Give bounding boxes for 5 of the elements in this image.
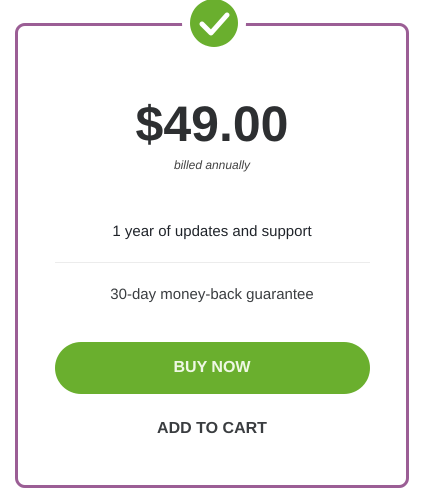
price: $49.00 bbox=[136, 96, 288, 152]
add-to-cart-link[interactable]: ADD TO CART bbox=[157, 420, 267, 438]
feature-text: 30-day money-back guarantee bbox=[110, 285, 314, 305]
billing-note: billed annually bbox=[174, 158, 250, 172]
feature-text: 1 year of updates and support bbox=[112, 222, 312, 242]
